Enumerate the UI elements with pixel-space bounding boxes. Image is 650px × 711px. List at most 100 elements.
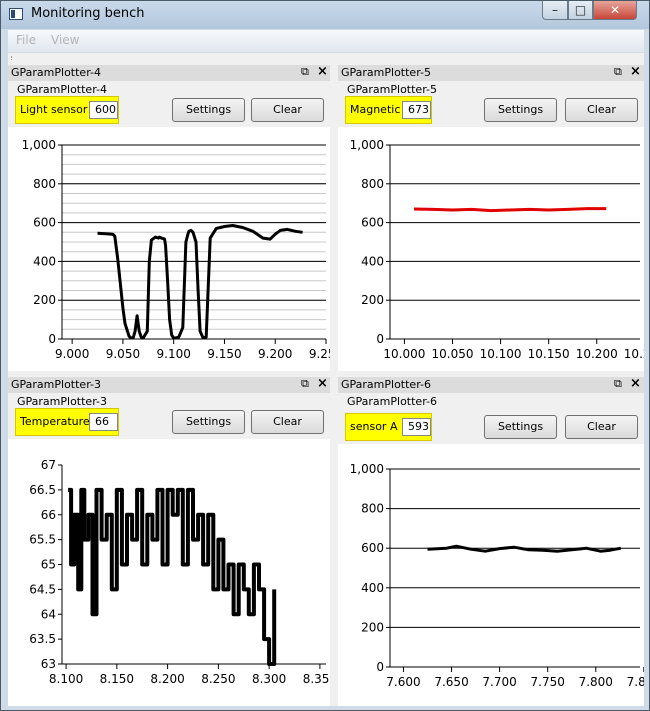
x-tick-label: 8.350 [303, 672, 330, 686]
toolbar-grip[interactable] [11, 56, 15, 60]
x-tick-label: 7.850 [627, 675, 644, 689]
minimize-button[interactable]: – [542, 1, 568, 20]
dock-title: GParamPlotter-3 [11, 378, 101, 391]
maximize-button[interactable]: □ [568, 1, 593, 20]
clear-button[interactable]: Clear [251, 410, 324, 434]
app-window: Monitoring bench – □ ✕ File View GParamP… [0, 0, 650, 711]
dock-title-bar[interactable]: GParamPlotter-3 ⧉ × [8, 377, 330, 393]
toolbar-strip [8, 52, 644, 63]
menu-bar: File View [8, 30, 644, 52]
x-tick-label: 8.200 [150, 672, 184, 686]
x-tick-label: 8.100 [49, 672, 83, 686]
series-line [413, 207, 607, 213]
sensor-value-field[interactable]: 600 [89, 101, 118, 119]
float-icon[interactable]: ⧉ [614, 378, 625, 389]
x-tick-label: 10.000 [383, 347, 425, 361]
sensor-label: Temperature [20, 415, 90, 428]
dock-title-bar[interactable]: GParamPlotter-6 ⧉ × [338, 377, 644, 393]
y-tick-label: 67 [41, 458, 56, 472]
chart-plotter-5: 0 200 400 600 800 1,000 10.000 10.050 10.100 10.1… [350, 138, 644, 361]
dock-title: GParamPlotter-4 [11, 66, 101, 79]
sensor-value-field[interactable]: 593 [402, 418, 431, 436]
panel-name: GParamPlotter-4 [17, 83, 107, 96]
x-tick-label: 8.300 [252, 672, 286, 686]
dock-title: GParamPlotter-5 [341, 66, 431, 79]
x-tick-label: 9.050 [106, 347, 140, 361]
sensor-label: Magnetic [350, 103, 401, 116]
y-tick-label: 600 [33, 216, 56, 230]
x-tick-label: 9.000 [55, 347, 89, 361]
title-bar[interactable]: Monitoring bench – □ ✕ [1, 1, 649, 29]
dock-plotter-3: GParamPlotter-3 ⧉ × GParamPlotter-3 Temp… [8, 377, 330, 706]
dock-title-bar[interactable]: GParamPlotter-4 ⧉ × [8, 65, 330, 81]
y-tick-label: 64.5 [29, 582, 56, 596]
window-title: Monitoring bench [31, 6, 145, 21]
close-icon[interactable]: × [630, 377, 641, 391]
x-tick-label: 7.600 [386, 675, 420, 689]
close-icon[interactable]: × [317, 377, 328, 391]
app-icon [9, 8, 23, 20]
y-tick-label: 63 [41, 657, 56, 671]
float-icon[interactable]: ⧉ [614, 66, 625, 77]
x-tick-label: 10.150 [528, 347, 570, 361]
sensor-readout: Magnetic 673 [345, 96, 432, 124]
settings-button[interactable]: Settings [172, 98, 245, 122]
sensor-value-field[interactable]: 66 [89, 413, 118, 431]
sensor-label: sensor A [350, 420, 398, 433]
sensor-value-field[interactable]: 673 [402, 101, 431, 119]
chart-plotter-3: 63 63.5 64 64.5 65 65.5 66 66.5 67 8.100 8.150 8.20… [29, 458, 330, 686]
y-tick-label: 800 [361, 502, 384, 516]
x-tick-label: 7.750 [531, 675, 565, 689]
settings-button[interactable]: Settings [172, 410, 245, 434]
clear-button[interactable]: Clear [565, 415, 638, 439]
dock-plotter-4: GParamPlotter-4 ⧉ × GParamPlotter-4 Ligh… [8, 65, 330, 371]
sensor-readout: sensor A 593 [345, 413, 432, 441]
x-tick-label: 7.800 [579, 675, 613, 689]
x-tick-label: 10.250 [624, 347, 644, 361]
series-line [68, 487, 277, 666]
y-tick-label: 0 [48, 332, 56, 346]
settings-button[interactable]: Settings [484, 98, 557, 122]
close-icon[interactable]: × [317, 65, 328, 79]
plot-area: 0 200 400 600 800 1,000 7.600 7.650 7.700 7.750 7.… [338, 444, 644, 706]
plot-area: 0 200 400 600 800 1,000 10.000 10.050 10.100 10.1… [338, 127, 644, 371]
panel-name: GParamPlotter-5 [347, 83, 437, 96]
x-tick-label: 7.700 [482, 675, 516, 689]
clear-button[interactable]: Clear [565, 98, 638, 122]
x-tick-label: 10.100 [480, 347, 522, 361]
y-tick-label: 65.5 [29, 533, 56, 547]
y-tick-label: 63.5 [29, 632, 56, 646]
menu-view[interactable]: View [51, 33, 79, 47]
float-icon[interactable]: ⧉ [301, 378, 312, 389]
y-tick-label: 400 [361, 254, 384, 268]
y-tick-label: 1,000 [22, 138, 56, 152]
series-line [427, 544, 622, 553]
float-icon[interactable]: ⧉ [301, 66, 312, 77]
x-tick-label: 8.150 [100, 672, 134, 686]
y-tick-label: 200 [361, 293, 384, 307]
y-tick-label: 0 [376, 660, 384, 674]
y-tick-label: 0 [376, 332, 384, 346]
main-area: File View GParamPlotter-4 ⧉ × GParamPlot… [8, 30, 644, 706]
dock-title-bar[interactable]: GParamPlotter-5 ⧉ × [338, 65, 644, 81]
sensor-readout: Temperature 66 [15, 408, 119, 436]
x-tick-label: 9.100 [157, 347, 191, 361]
settings-button[interactable]: Settings [484, 415, 557, 439]
y-tick-label: 200 [33, 293, 56, 307]
chart-plotter-6: 0 200 400 600 800 1,000 7.600 7.650 7.700 7.750 7.… [350, 462, 644, 689]
x-tick-label: 9.250 [309, 347, 330, 361]
y-tick-label: 1,000 [350, 138, 384, 152]
x-tick-label: 9.150 [207, 347, 241, 361]
x-tick-label: 10.200 [576, 347, 618, 361]
x-tick-label: 10.050 [432, 347, 474, 361]
y-tick-label: 800 [361, 177, 384, 191]
y-tick-label: 66 [41, 508, 56, 522]
panel-name: GParamPlotter-6 [347, 395, 437, 408]
y-tick-label: 65 [41, 558, 56, 572]
y-tick-label: 1,000 [350, 462, 384, 476]
close-button[interactable]: ✕ [593, 1, 637, 20]
clear-button[interactable]: Clear [251, 98, 324, 122]
y-tick-label: 66.5 [29, 483, 56, 497]
menu-file[interactable]: File [16, 33, 36, 47]
close-icon[interactable]: × [630, 65, 641, 79]
